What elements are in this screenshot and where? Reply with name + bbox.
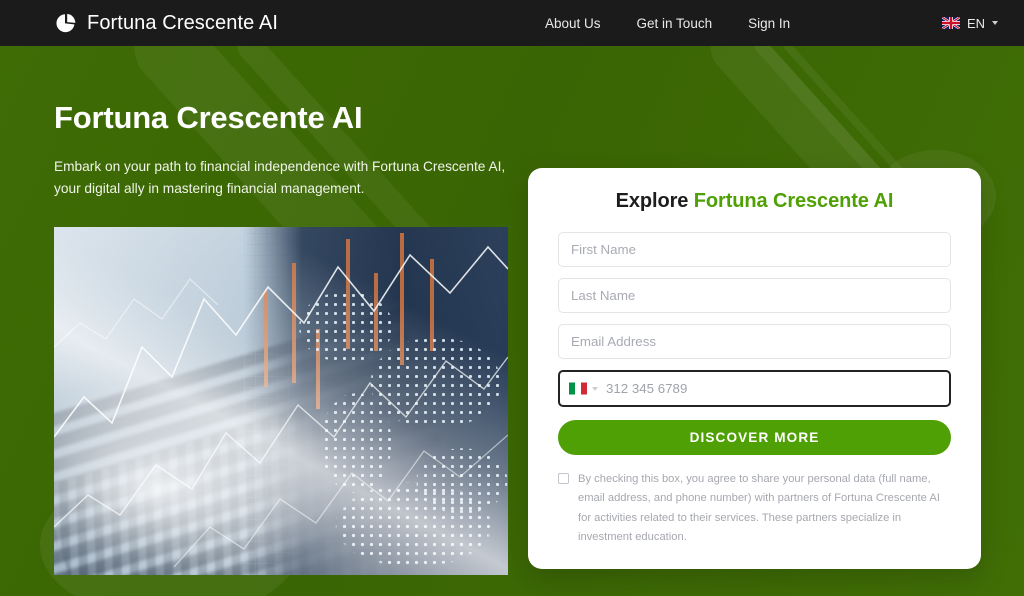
chevron-down-icon	[592, 386, 598, 391]
discover-more-button[interactable]: DISCOVER MORE	[558, 420, 951, 455]
language-code: EN	[966, 15, 985, 31]
landing-page: Fortuna Crescente AI About Us Get in Tou…	[0, 0, 1024, 596]
main-nav: About Us Get in Touch Sign In	[545, 0, 790, 46]
chevron-down-icon	[992, 21, 998, 25]
nav-link-about-us[interactable]: About Us	[545, 16, 601, 31]
country-code-selector[interactable]	[569, 382, 606, 395]
uk-flag-icon	[941, 17, 960, 29]
card-title-lead: Explore	[615, 190, 689, 212]
italy-flag-icon	[569, 382, 587, 395]
first-name-input[interactable]	[558, 232, 951, 267]
nav-link-sign-in[interactable]: Sign In	[748, 16, 790, 31]
page-title: Fortuna Crescente AI	[54, 100, 363, 135]
brand-logo[interactable]: Fortuna Crescente AI	[54, 11, 278, 35]
consent-row: By checking this box, you agree to share…	[558, 470, 951, 547]
top-navigation-bar: Fortuna Crescente AI About Us Get in Tou…	[0, 0, 1024, 46]
card-title: Explore Fortuna Crescente AI	[558, 190, 951, 213]
brand-name: Fortuna Crescente AI	[87, 11, 278, 34]
last-name-input[interactable]	[558, 278, 951, 313]
nav-link-get-in-touch[interactable]: Get in Touch	[637, 16, 713, 31]
pie-chart-icon	[56, 13, 76, 33]
consent-checkbox[interactable]	[558, 473, 569, 484]
phone-field	[558, 370, 951, 407]
light-haze	[54, 377, 354, 575]
consent-text: By checking this box, you agree to share…	[578, 473, 940, 543]
signup-card: Explore Fortuna Crescente AI DISCOVER MO…	[528, 168, 981, 570]
language-selector[interactable]: EN	[941, 0, 998, 46]
hero-subtitle: Embark on your path to financial indepen…	[54, 158, 506, 196]
hero-section: Fortuna Crescente AI Embark on your path…	[54, 100, 524, 200]
email-input[interactable]	[558, 324, 951, 359]
hero-image	[54, 227, 508, 575]
card-title-accent: Fortuna Crescente AI	[693, 190, 894, 212]
phone-number-input[interactable]	[606, 381, 940, 396]
